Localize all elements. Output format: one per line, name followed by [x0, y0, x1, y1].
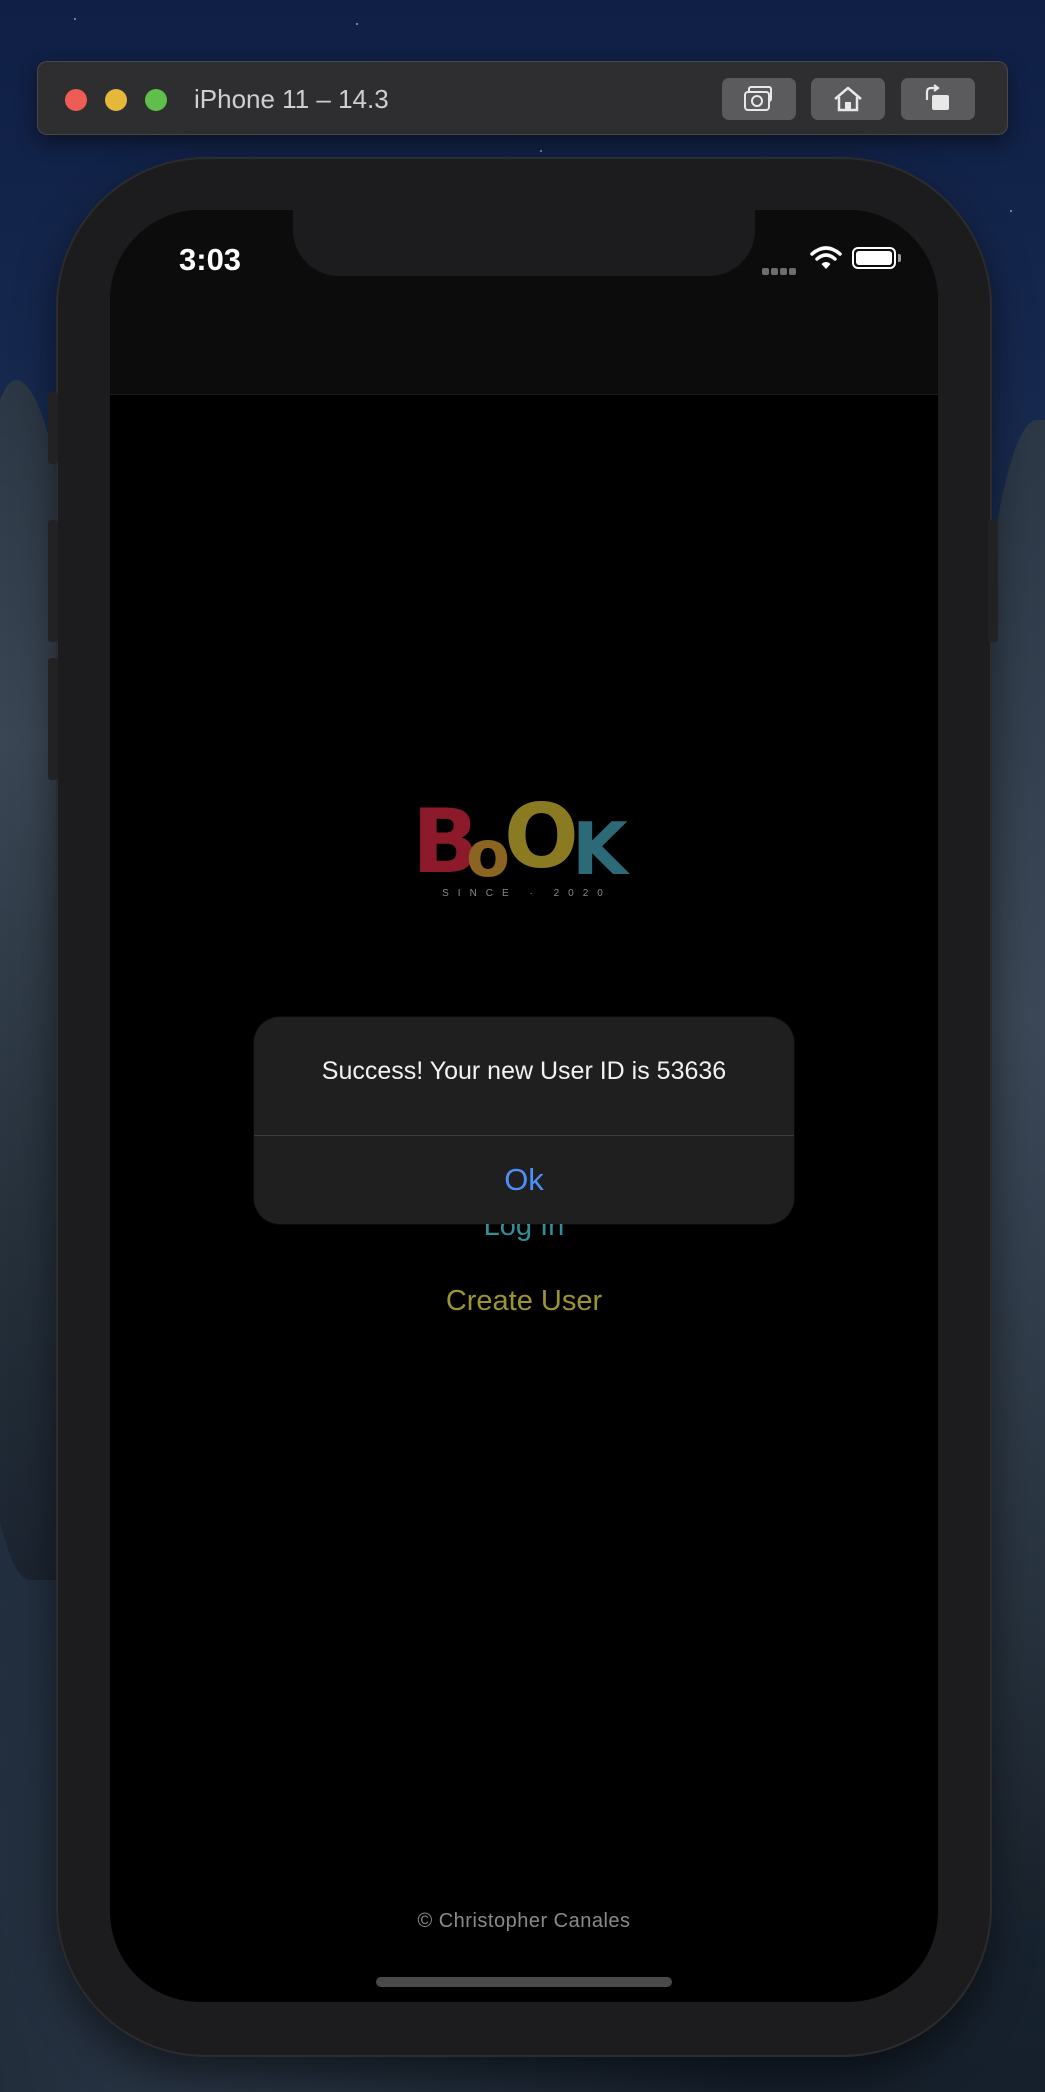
home-button[interactable] [811, 78, 885, 120]
screenshot-icon [744, 86, 772, 111]
copyright-text: © Christopher Canales [417, 1910, 631, 1932]
rotate-icon [925, 84, 949, 110]
cellular-signal-icon [762, 262, 798, 280]
logo-letter: O [504, 785, 579, 888]
home-indicator[interactable] [376, 1977, 672, 1987]
wifi-icon [810, 246, 842, 269]
book-logo: B o O K SINCE · 2020 [412, 785, 642, 905]
battery-tip [898, 254, 901, 262]
alert-message: Success! Your new User ID is 53636 [321, 1057, 727, 1085]
star [74, 18, 76, 20]
simulator-toolbar: iPhone 11 – 14.3 [37, 61, 1008, 135]
phone-screen: 3:03 B o O K SINCE · 2020 Log In Create … [110, 210, 938, 2002]
success-alert: Success! Your new User ID is 53636 Ok [254, 1017, 794, 1224]
logo-letter: K [572, 807, 628, 891]
desktop-wallpaper: iPhone 11 – 14.3 3:03 B o O K SINCE · 20… [0, 0, 1045, 2092]
power-button [988, 520, 998, 642]
simulator-title: iPhone 11 – 14.3 [194, 84, 389, 114]
star [356, 23, 358, 25]
zoom-window-button[interactable] [145, 89, 167, 111]
battery-icon [852, 247, 896, 269]
star [1010, 210, 1012, 212]
rotate-button[interactable] [901, 78, 975, 120]
screenshot-button[interactable] [722, 78, 796, 120]
logo-tagline: SINCE · 2020 [442, 888, 612, 899]
mute-switch [48, 392, 58, 464]
close-window-button[interactable] [65, 89, 87, 111]
notch [293, 210, 755, 276]
minimize-window-button[interactable] [105, 89, 127, 111]
status-time: 3:03 [179, 242, 242, 277]
home-icon [834, 86, 862, 112]
volume-down-button [48, 658, 58, 780]
volume-up-button [48, 520, 58, 642]
star [540, 150, 542, 152]
alert-ok-button[interactable]: Ok [254, 1136, 794, 1224]
create-user-button[interactable]: Create User [110, 1285, 938, 1318]
